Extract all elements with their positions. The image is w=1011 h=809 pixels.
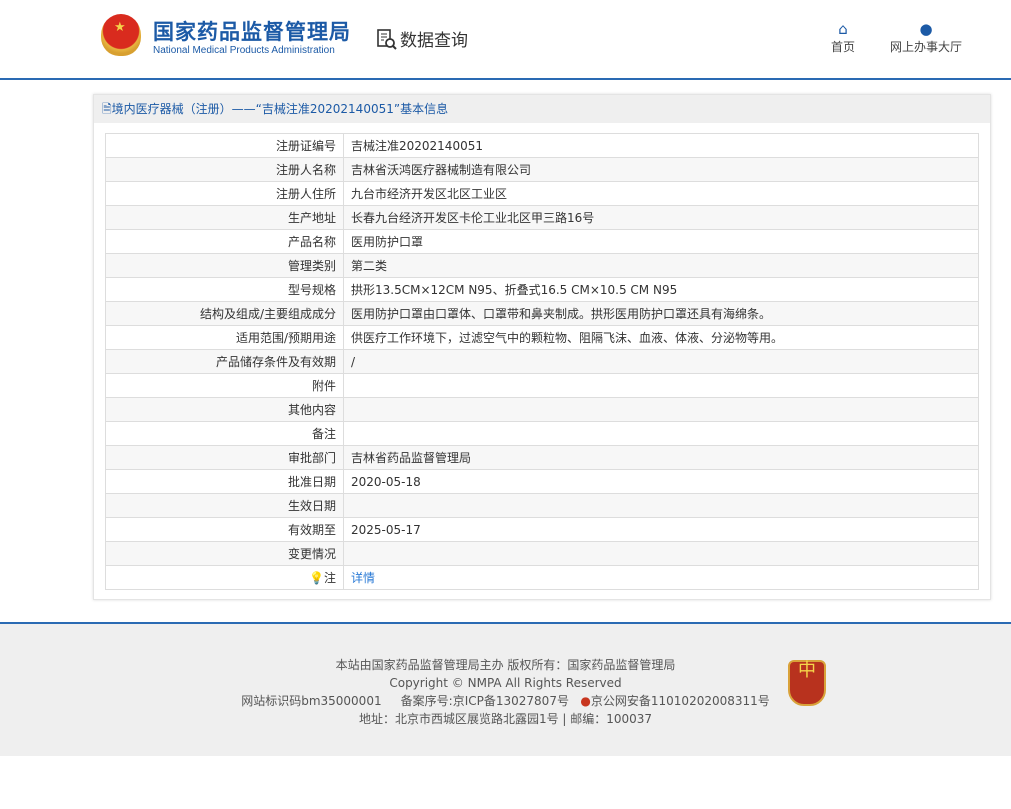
field-value <box>343 373 979 398</box>
table-row: 变更情况 <box>105 541 979 566</box>
panel-title: 🗎境内医疗器械（注册）——“吉械注准20202140051”基本信息 <box>94 95 990 123</box>
field-value: 吉林省沃鸿医疗器械制造有限公司 <box>343 157 979 182</box>
nav-online-service-hall[interactable]: ● 网上办事大厅 <box>890 20 962 55</box>
data-query-label: 数据查询 <box>400 31 468 51</box>
field-value: 九台市经济开发区北区工业区 <box>343 181 979 206</box>
table-row: 其他内容 <box>105 397 979 422</box>
field-value <box>343 397 979 422</box>
table-row: 审批部门 吉林省药品监督管理局 <box>105 445 979 470</box>
field-value: 吉械注准20202140051 <box>343 133 979 158</box>
field-value: 医用防护口罩由口罩体、口罩带和鼻夹制成。拱形医用防护口罩还具有海绵条。 <box>343 301 979 326</box>
field-label: 产品名称 <box>105 229 344 254</box>
table-row: 备注 <box>105 421 979 446</box>
footer-icp-link[interactable]: 备案序号:京ICP备13027807号 <box>401 694 569 708</box>
field-value: 供医疗工作环境下，过滤空气中的颗粒物、阻隔飞沫、血液、体液、分泌物等用。 <box>343 325 979 350</box>
table-row: 型号规格 拱形13.5CM×12CM N95、折叠式16.5 CM×10.5 CM… <box>105 277 979 302</box>
field-value: 长春九台经济开发区卡伦工业北区甲三路16号 <box>343 205 979 230</box>
table-row: 产品名称 医用防护口罩 <box>105 229 979 254</box>
field-label: 结构及组成/主要组成成分 <box>105 301 344 326</box>
nav-home[interactable]: ⌂ 首页 <box>831 20 855 55</box>
field-value: 2025-05-17 <box>343 517 979 542</box>
table-row: 注册证编号 吉械注准20202140051 <box>105 133 979 158</box>
table-row: 适用范围/预期用途 供医疗工作环境下，过滤空气中的颗粒物、阻隔飞沫、血液、体液、分… <box>105 325 979 350</box>
home-icon: ⌂ <box>838 20 848 38</box>
field-label: 生产地址 <box>105 205 344 230</box>
field-label: 适用范围/预期用途 <box>105 325 344 350</box>
field-label: 型号规格 <box>105 277 344 302</box>
footer-sponsor: 本站由国家药品监督管理局主办 版权所有：国家药品监督管理局 <box>335 658 676 672</box>
field-value: 拱形13.5CM×12CM N95、折叠式16.5 CM×10.5 CM N95 <box>343 277 979 302</box>
note-label: 💡注 <box>105 565 344 590</box>
footer-site-id: 网站标识码bm35000001 <box>241 694 382 708</box>
note-value: 详情 <box>343 565 979 590</box>
table-row-note: 💡注 详情 <box>105 565 979 590</box>
user-icon: ● <box>919 20 933 38</box>
field-label: 有效期至 <box>105 517 344 542</box>
police-badge-icon: ● <box>580 694 591 708</box>
field-label: 产品储存条件及有效期 <box>105 349 344 374</box>
data-query-title: 数据查询 <box>376 26 468 51</box>
field-label: 变更情况 <box>105 541 344 566</box>
logo-subtitle: National Medical Products Administration <box>153 45 335 56</box>
table-row: 有效期至 2025-05-17 <box>105 517 979 542</box>
field-label: 其他内容 <box>105 397 344 422</box>
national-emblem-logo <box>101 14 141 56</box>
document-icon: 🗎 <box>102 102 112 116</box>
lightbulb-icon: 💡 <box>309 571 324 585</box>
table-row: 注册人住所 九台市经济开发区北区工业区 <box>105 181 979 206</box>
table-row: 附件 <box>105 373 979 398</box>
nav-home-label: 首页 <box>831 40 856 54</box>
field-value: 医用防护口罩 <box>343 229 979 254</box>
footer-copyright: Copyright © NMPA All Rights Reserved <box>389 676 622 690</box>
field-value <box>343 493 979 518</box>
site-header: 国家药品监督管理局 National Medical Products Admi… <box>0 0 1011 80</box>
footer-address: 地址：北京市西城区展览路北露园1号 | 邮编：100037 <box>358 712 653 726</box>
table-row: 生效日期 <box>105 493 979 518</box>
logo-title[interactable]: 国家药品监督管理局 <box>153 16 351 46</box>
detail-table: 注册证编号 吉械注准20202140051 注册人名称 吉林省沃鸿医疗器械制造有限公司… <box>105 133 979 590</box>
document-search-icon <box>377 28 397 50</box>
field-label: 批准日期 <box>105 469 344 494</box>
party-government-badge[interactable]: 中 <box>788 660 826 706</box>
table-row: 管理类别 第二类 <box>105 253 979 278</box>
field-value: 第二类 <box>343 253 979 278</box>
field-label: 管理类别 <box>105 253 344 278</box>
footer-registration: 网站标识码bm35000001 备案序号:京ICP备13027807号 ●京公网… <box>0 692 1011 710</box>
table-row: 注册人名称 吉林省沃鸿医疗器械制造有限公司 <box>105 157 979 182</box>
field-label: 生效日期 <box>105 493 344 518</box>
field-value: 吉林省药品监督管理局 <box>343 445 979 470</box>
field-value <box>343 421 979 446</box>
field-value: 2020-05-18 <box>343 469 979 494</box>
panel-title-text: 境内医疗器械（注册）——“吉械注准20202140051”基本信息 <box>111 102 449 116</box>
table-row: 批准日期 2020-05-18 <box>105 469 979 494</box>
field-label: 注册证编号 <box>105 133 344 158</box>
details-link[interactable]: 详情 <box>351 571 375 585</box>
detail-panel: 🗎境内医疗器械（注册）——“吉械注准20202140051”基本信息 注册证编号… <box>93 94 991 600</box>
table-row: 生产地址 长春九台经济开发区卡伦工业北区甲三路16号 <box>105 205 979 230</box>
field-label: 附件 <box>105 373 344 398</box>
table-row: 产品储存条件及有效期 / <box>105 349 979 374</box>
field-value: / <box>343 349 979 374</box>
site-footer: 本站由国家药品监督管理局主办 版权所有：国家药品监督管理局 Copyright … <box>0 622 1011 756</box>
field-label: 注册人住所 <box>105 181 344 206</box>
field-value <box>343 541 979 566</box>
field-label: 备注 <box>105 421 344 446</box>
note-label-text: 注 <box>323 571 336 585</box>
nav-service-label: 网上办事大厅 <box>890 40 963 54</box>
footer-police-link[interactable]: 京公网安备11010202008311号 <box>591 694 770 708</box>
table-row: 结构及组成/主要组成成分 医用防护口罩由口罩体、口罩带和鼻夹制成。拱形医用防护口罩… <box>105 301 979 326</box>
field-label: 注册人名称 <box>105 157 344 182</box>
field-label: 审批部门 <box>105 445 344 470</box>
